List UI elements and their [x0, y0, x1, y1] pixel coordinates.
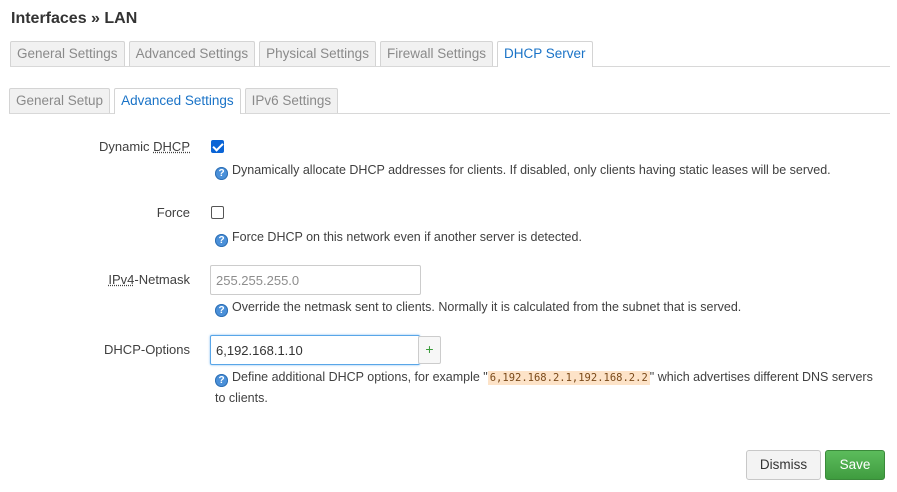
help-icon: ?	[215, 234, 228, 247]
force-label: Force	[156, 205, 190, 220]
help-icon: ?	[215, 304, 228, 317]
tab-general-settings[interactable]: General Settings	[10, 41, 125, 66]
help-icon: ?	[215, 167, 228, 180]
help-icon: ?	[215, 374, 228, 387]
dhcp-options-input[interactable]	[210, 335, 420, 365]
tab-firewall-settings[interactable]: Firewall Settings	[379, 41, 493, 66]
page-title: Interfaces » LAN	[11, 10, 138, 27]
ipv4-abbr: IPv4	[108, 272, 135, 287]
dhcp-abbr: DHCP	[153, 139, 190, 154]
dhcp-options-label: DHCP-Options	[104, 342, 190, 357]
tab-dhcp-server[interactable]: DHCP Server	[497, 41, 593, 67]
example-code: 6,192.168.2.1,192.168.2.2	[487, 371, 650, 385]
dismiss-button[interactable]: Dismiss	[746, 450, 821, 480]
subtab-general-setup[interactable]: General Setup	[9, 88, 111, 113]
tab-advanced-settings[interactable]: Advanced Settings	[128, 41, 256, 66]
dynamic-dhcp-help: ? Dynamically allocate DHCP addresses for…	[215, 160, 831, 180]
force-checkbox[interactable]	[211, 206, 224, 219]
netmask-input[interactable]	[210, 265, 421, 295]
primary-tabbar: General Settings Advanced Settings Physi…	[10, 41, 890, 67]
secondary-tabbar: General Setup Advanced Settings IPv6 Set…	[9, 88, 890, 114]
dhcp-options-help: ? Define additional DHCP options, for exa…	[215, 370, 873, 405]
netmask-label: IPv4-Netmask	[108, 272, 190, 287]
dynamic-dhcp-checkbox[interactable]	[211, 140, 224, 153]
subtab-advanced-settings[interactable]: Advanced Settings	[114, 88, 241, 114]
subtab-ipv6-settings[interactable]: IPv6 Settings	[244, 88, 339, 113]
save-button[interactable]: Save	[825, 450, 885, 480]
force-help: ? Force DHCP on this network even if anot…	[215, 227, 582, 247]
add-option-button[interactable]: +	[418, 336, 441, 364]
dynamic-dhcp-label: Dynamic DHCP	[98, 139, 190, 154]
tab-physical-settings[interactable]: Physical Settings	[259, 41, 376, 66]
netmask-help: ? Override the netmask sent to clients. N…	[215, 297, 741, 317]
